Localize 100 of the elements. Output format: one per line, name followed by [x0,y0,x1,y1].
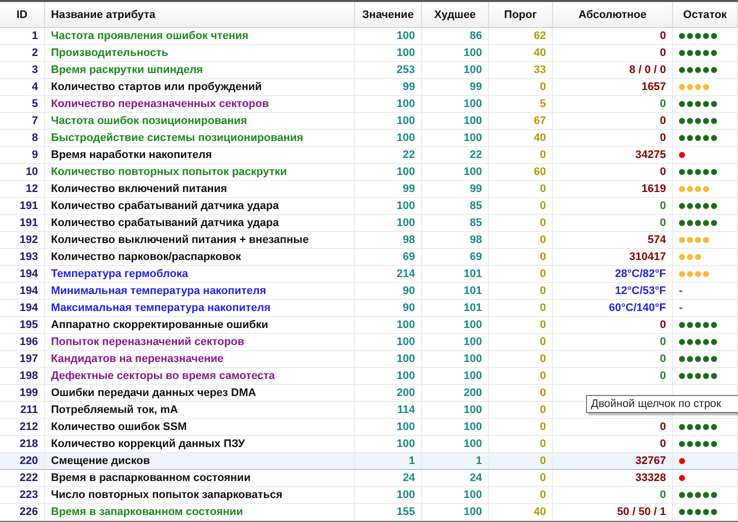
attribute-name: Время наработки накопителя [51,149,212,161]
absolute-cell: 0 [660,336,666,348]
value-cell: 99 [402,81,415,93]
threshold-cell: 0 [540,489,546,501]
threshold-cell: 0 [540,183,546,195]
worst-cell: 100 [464,489,482,501]
attribute-name: Аппаратно скорректированные ошибки [51,319,268,331]
value-cell: 100 [396,438,415,450]
absolute-cell: 0 [660,319,666,331]
column-header[interactable]: Худшее [422,2,488,28]
threshold-cell: 0 [540,472,546,484]
attribute-id: 220 [20,455,38,467]
attribute-id: 195 [20,319,38,331]
worst-cell: 100 [464,166,482,178]
worst-cell: 100 [464,404,482,416]
absolute-cell: 32767 [635,455,666,467]
threshold-cell: 0 [540,251,546,263]
threshold-cell: 40 [534,47,546,59]
attribute-name: Частота проявления ошибок чтения [51,30,248,42]
worst-cell: 99 [470,81,482,93]
attribute-id: 197 [20,353,38,365]
worst-cell: 85 [470,200,482,212]
attribute-id: 7 [32,115,38,127]
attribute-id: 8 [32,132,38,144]
worst-cell: 100 [464,421,482,433]
attribute-id: 2 [32,47,38,59]
threshold-cell: 0 [540,319,546,331]
absolute-cell: 0 [660,47,666,59]
attribute-id: 222 [20,472,38,484]
value-cell: 90 [402,302,415,314]
threshold-cell: 0 [540,285,546,297]
attribute-id: 223 [20,489,38,501]
attribute-id: 194 [20,268,38,280]
attribute-name: Время в запаркованном состоянии [51,506,244,518]
attribute-id: 191 [20,200,38,212]
worst-cell: 85 [470,217,482,229]
absolute-cell: 0 [660,132,666,144]
column-header[interactable]: Остаток [672,2,738,28]
value-cell: 22 [402,149,415,161]
threshold-cell: 0 [540,81,546,93]
worst-cell: 100 [464,506,482,518]
value-cell: 214 [396,268,415,280]
value-cell: 24 [402,472,415,484]
absolute-cell: 1619 [642,183,666,195]
attribute-name: Количество выключений питания + внезапные [51,234,309,246]
column-header[interactable]: Абсолютное [552,2,672,28]
absolute-cell: 0 [660,115,666,127]
absolute-cell: 0 [660,166,666,178]
threshold-cell: 0 [540,438,546,450]
value-cell: 1 [408,455,415,467]
threshold-cell: 60 [534,166,546,178]
absolute-cell: 1657 [642,81,666,93]
attribute-name: Попыток переназначений секторов [51,336,244,348]
attribute-name: Частота ошибок позиционирования [51,115,248,127]
column-header[interactable]: ID [0,2,44,28]
column-header[interactable]: Порог [488,2,552,28]
worst-cell: 22 [470,149,482,161]
attribute-name: Максимальная температура накопителя [51,302,271,314]
attribute-name: Смещение дисков [51,455,150,467]
column-header[interactable]: Значение [354,2,422,28]
attribute-name: Количество переназначенных секторов [51,98,269,110]
attribute-name: Количество срабатываний датчика удара [51,200,279,212]
attribute-id: 191 [20,217,38,229]
value-cell: 114 [397,404,415,416]
threshold-cell: 0 [540,421,546,433]
absolute-cell: 0 [660,353,666,365]
worst-cell: 100 [464,47,482,59]
value-cell: 200 [396,387,415,399]
threshold-cell: 40 [534,132,546,144]
value-cell: 100 [396,336,415,348]
worst-cell: 101 [464,302,482,314]
value-cell: 100 [396,98,415,110]
worst-cell: 69 [470,251,482,263]
attribute-name: Количество стартов или пробуждений [51,81,262,93]
threshold-cell: 0 [540,353,546,365]
value-cell: 253 [396,64,415,76]
attribute-name: Время в распаркованном состоянии [51,472,251,484]
attribute-id: 3 [32,64,38,76]
worst-cell: 100 [464,132,482,144]
attribute-id: 10 [26,166,38,178]
absolute-cell: 50 / 50 / 1 [617,506,666,518]
remaining-cell: - [679,285,683,297]
attribute-id: 4 [32,81,38,93]
absolute-cell: 0 [660,489,666,501]
value-cell: 100 [396,115,415,127]
value-cell: 69 [402,251,415,263]
threshold-cell: 0 [540,234,546,246]
threshold-cell: 62 [534,30,546,42]
value-cell: 100 [396,200,415,212]
absolute-cell: 0 [660,98,666,110]
attribute-id: 211 [20,404,38,416]
value-cell: 100 [396,166,415,178]
value-cell: 100 [396,319,415,331]
column-header[interactable]: Название атрибута [44,2,354,28]
attribute-id: 194 [20,285,38,297]
attribute-name: Минимальная температура накопителя [51,285,266,297]
threshold-cell: 5 [540,98,546,110]
value-cell: 100 [396,30,415,42]
absolute-cell: 310417 [629,251,666,263]
absolute-cell: 0 [660,217,666,229]
